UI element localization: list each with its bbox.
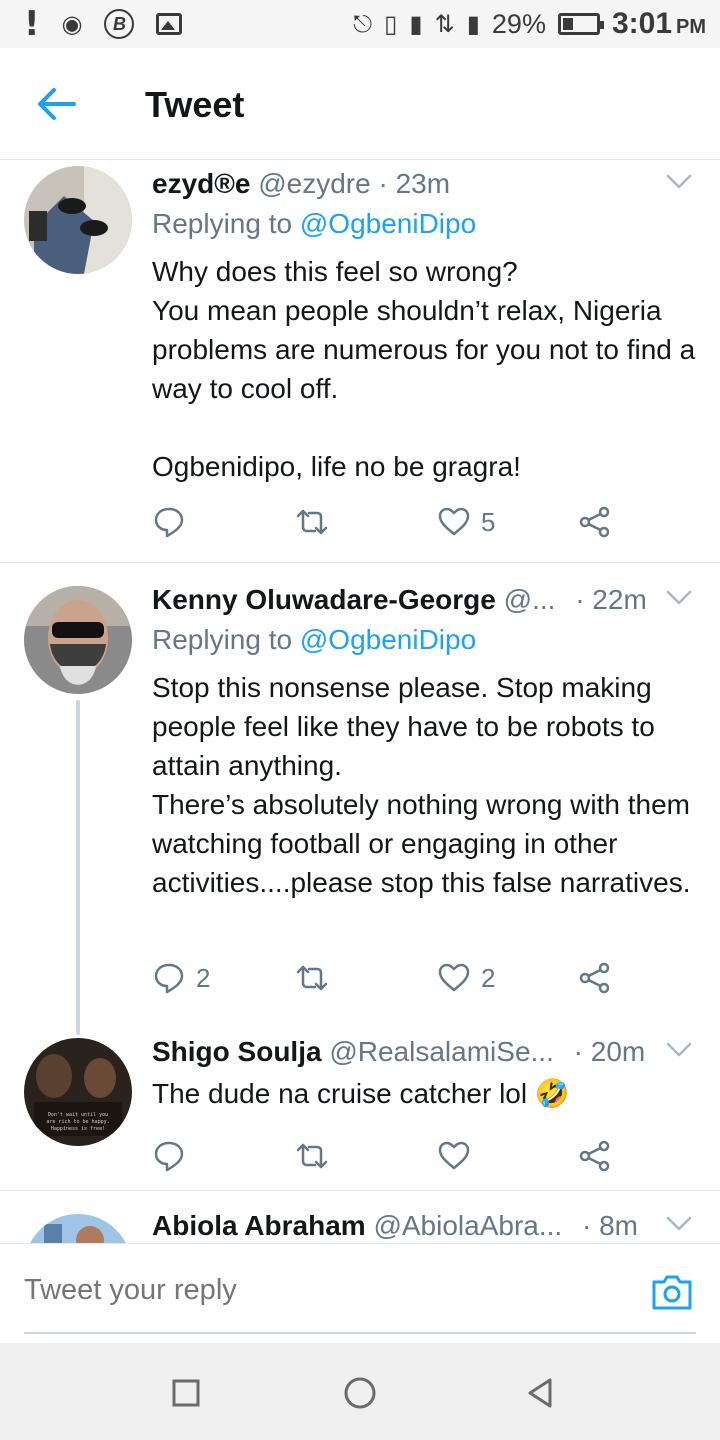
username[interactable]: @AbiolaAbra... [373, 1210, 562, 1241]
share-icon [579, 1140, 610, 1172]
retweet-icon [296, 509, 328, 535]
like-count: 5 [481, 506, 496, 537]
display-name[interactable]: Shigo Soulja [152, 1036, 322, 1067]
bitcoin-icon: B [104, 9, 135, 39]
tweet[interactable]: Kenny Oluwadare-George @... · 22m Replyi… [0, 562, 720, 1022]
retweet-icon [296, 1143, 328, 1169]
chevron-down-icon[interactable] [666, 590, 692, 606]
share-icon [579, 962, 610, 994]
share-button[interactable] [578, 502, 612, 542]
mention-link[interactable]: @OgbeniDipo [300, 208, 476, 239]
tweet[interactable]: Don't wait until you are rich to be happ… [0, 1022, 720, 1190]
share-button[interactable] [578, 958, 612, 998]
tweet-header: ezyd®e @ezydre · 23m [152, 168, 696, 204]
battery-percent: 29% [491, 8, 546, 39]
home-circle-icon[interactable] [340, 1373, 380, 1413]
heart-icon [438, 1141, 470, 1170]
camera-icon[interactable] [650, 1272, 694, 1312]
retweet-button[interactable] [295, 958, 339, 998]
username[interactable]: @... [504, 584, 556, 615]
gallery-icon [156, 13, 183, 35]
reply-button[interactable] [152, 502, 196, 542]
tweet[interactable]: ezyd®e @ezydre · 23m Replying to @Ogbeni… [0, 160, 720, 562]
reply-icon [154, 507, 184, 538]
tweet[interactable]: Abiola Abraham @AbiolaAbra... · 8m [0, 1190, 720, 1243]
reply-input[interactable] [24, 1274, 584, 1307]
share-button[interactable] [578, 1136, 612, 1176]
display-name[interactable]: Kenny Oluwadare-George [152, 584, 496, 615]
reply-button[interactable]: 2 [152, 958, 210, 998]
alert-icon: ! [24, 4, 40, 44]
reply-icon [154, 1141, 184, 1172]
retweet-icon [296, 965, 328, 991]
headset-icon: ◉ [61, 10, 83, 38]
status-bar: ! ◉ B ⎋ ▯ ▮ ⇅ ▮ 29% 3:01 PM [0, 0, 720, 48]
notification-icons: ! ◉ B [24, 4, 183, 44]
data-arrows-icon: ⇅ [434, 10, 455, 38]
system-icons: ⎋ ▯ ▮ ⇅ ▮ 29% 3:01 PM [353, 7, 706, 41]
tweet-actions: 5 [152, 502, 696, 542]
back-triangle-icon[interactable] [520, 1373, 560, 1413]
chevron-down-icon[interactable] [666, 174, 692, 190]
heart-icon [438, 507, 470, 536]
username[interactable]: @ezydre [258, 168, 370, 199]
tweet-header: Shigo Soulja @RealsalamiSe... · 20m [152, 1036, 696, 1072]
tweet-text: Why does this feel so wrong? You mean pe… [152, 256, 696, 482]
like-button[interactable] [437, 1136, 481, 1176]
avatar[interactable] [24, 1214, 132, 1243]
reply-icon [154, 963, 184, 994]
nfc-icon: ⎋ [353, 10, 373, 38]
battery-icon [557, 13, 604, 35]
avatar[interactable] [24, 586, 132, 694]
heart-icon [438, 963, 470, 992]
tweet-text: The dude na cruise catcher lol 🤣 [152, 1078, 570, 1109]
avatar[interactable]: Don't wait until you are rich to be happ… [24, 1038, 132, 1146]
page-title: Tweet [145, 84, 245, 125]
chevron-down-icon[interactable] [666, 1216, 692, 1232]
tweet-header: Kenny Oluwadare-George @... · 22m [152, 584, 696, 620]
vibrate-icon: ▯ [384, 10, 398, 38]
timestamp: · 20m [573, 1036, 646, 1067]
retweet-button[interactable] [295, 1136, 339, 1176]
tweet-header: Abiola Abraham @AbiolaAbra... · 8m [152, 1210, 696, 1243]
tweet-actions [152, 1136, 696, 1176]
like-button[interactable]: 5 [437, 502, 495, 542]
signal-e-icon: ▮ [409, 10, 423, 38]
share-icon [579, 506, 610, 538]
svg-text:Don't wait until you: Don't wait until you [48, 1112, 108, 1118]
chevron-down-icon[interactable] [666, 1042, 692, 1058]
reply-count: 2 [196, 962, 211, 993]
display-name[interactable]: Abiola Abraham [152, 1210, 366, 1241]
reply-thread[interactable]: ezyd®e @ezydre · 23m Replying to @Ogbeni… [0, 160, 720, 1243]
clock: 3:01 PM [611, 7, 706, 40]
avatar[interactable] [24, 166, 132, 274]
replying-to: Replying to @OgbeniDipo [152, 208, 477, 239]
reply-underline [24, 1332, 696, 1334]
recents-square-icon[interactable] [166, 1373, 206, 1413]
svg-text:are rich to be happy.: are rich to be happy. [46, 1119, 109, 1125]
timestamp: · 22m [575, 584, 647, 615]
reply-composer [0, 1243, 720, 1343]
back-arrow-icon[interactable] [36, 86, 76, 122]
like-button[interactable]: 2 [437, 958, 495, 998]
username[interactable]: @RealsalamiSe... [329, 1036, 554, 1067]
tweet-text: Stop this nonsense please. Stop making p… [152, 672, 691, 898]
android-nav-bar [0, 1343, 720, 1440]
mention-link[interactable]: @OgbeniDipo [300, 624, 476, 655]
reply-button[interactable] [152, 1136, 196, 1176]
timestamp: · 23m [378, 168, 451, 199]
like-count: 2 [481, 962, 496, 993]
replying-to: Replying to @OgbeniDipo [152, 624, 477, 655]
display-name[interactable]: ezyd®e [152, 168, 250, 199]
timestamp: · 8m [581, 1210, 638, 1241]
signal-h-icon: ▮ [466, 10, 480, 38]
retweet-button[interactable] [295, 502, 339, 542]
app-header: Tweet [0, 48, 720, 160]
tweet-actions: 2 2 [152, 958, 696, 998]
svg-text:Happiness is free!: Happiness is free! [51, 1126, 105, 1132]
